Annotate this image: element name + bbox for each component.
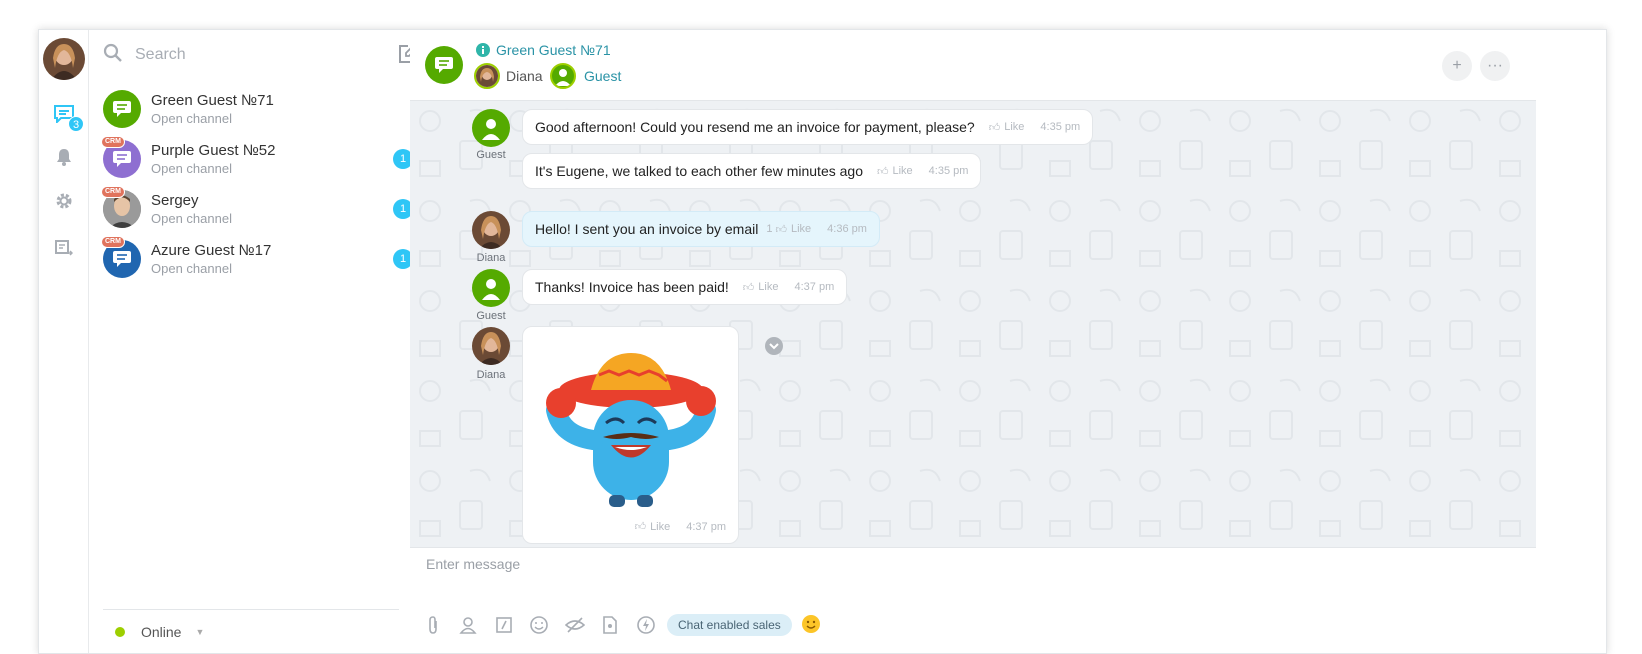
author-caption: Diana xyxy=(476,369,506,381)
user-name: Diana xyxy=(506,68,543,84)
bell-icon[interactable] xyxy=(52,145,76,169)
dialog-header: Green Guest №71 Diana Guest + ··· xyxy=(410,30,1536,101)
unread-badge: 3 xyxy=(68,116,84,132)
message-menu-chevron-icon[interactable] xyxy=(765,337,783,355)
document-icon[interactable] xyxy=(599,614,621,636)
message-time: 4:35 pm xyxy=(928,165,969,177)
online-status-dot xyxy=(115,626,125,637)
more-menu-button[interactable]: ··· xyxy=(1480,51,1510,81)
chevron-down-icon: ▼ xyxy=(195,626,205,637)
search-box xyxy=(103,40,419,70)
recent-list: Green Guest №71 Open channel CRM Purple … xyxy=(89,30,429,653)
message-bubble: Hello! I sent you an invoice by email 1 … xyxy=(522,211,880,247)
my-avatar[interactable] xyxy=(43,38,85,80)
guest-avatar[interactable] xyxy=(472,269,510,307)
thumbs-up-icon[interactable]: 👍︎ xyxy=(989,121,1001,134)
chat-icon[interactable]: 3 xyxy=(52,102,84,132)
user-name: Guest xyxy=(584,68,622,84)
add-user-button[interactable]: + xyxy=(1442,51,1472,81)
recent-name: Green Guest №71 xyxy=(151,92,274,109)
command-icon[interactable] xyxy=(493,614,515,636)
crm-tag: CRM xyxy=(101,186,125,198)
hide-eye-icon[interactable] xyxy=(564,614,586,636)
recent-subtitle: Open channel xyxy=(151,111,232,126)
cactus-sticker-image xyxy=(546,353,716,507)
gear-icon[interactable] xyxy=(52,189,76,213)
recent-item[interactable]: CRM Sergey Open channel 1 xyxy=(89,184,429,234)
user-chip-diana[interactable]: Diana xyxy=(474,63,543,89)
exit-icon[interactable] xyxy=(52,237,76,261)
crm-tag: CRM xyxy=(101,136,125,148)
status-label: Online xyxy=(141,623,182,640)
sticker-message: 👍︎ Like 4:37 pm xyxy=(522,326,739,544)
chat-avatar xyxy=(103,90,141,128)
recent-item[interactable]: CRM Purple Guest №52 Open channel 1 xyxy=(89,134,429,184)
recent-item[interactable]: CRM Azure Guest №17 Open channel 1 xyxy=(89,234,429,284)
info-icon[interactable] xyxy=(476,43,490,62)
diana-avatar[interactable] xyxy=(472,327,510,365)
thumbs-up-icon[interactable]: 👍︎ xyxy=(635,520,647,533)
message-bubble: It's Eugene, we talked to each other few… xyxy=(522,153,982,189)
message-text: It's Eugene, we talked to each other few… xyxy=(535,163,863,179)
smile-icon[interactable] xyxy=(528,614,550,636)
like-count: 1 xyxy=(766,223,773,235)
message-text: Thanks! Invoice has been paid! xyxy=(535,279,729,295)
thumbs-up-icon[interactable]: 👍︎ xyxy=(877,165,889,178)
author-caption: Guest xyxy=(476,149,506,161)
chat-avatar: CRM xyxy=(101,186,141,228)
message-time: 4:35 pm xyxy=(1040,121,1081,133)
message-time: 4:37 pm xyxy=(686,520,726,533)
recent-name: Purple Guest №52 xyxy=(151,142,276,159)
chat-enabled-sales-button[interactable]: Chat enabled sales xyxy=(667,614,792,636)
message-text: Hello! I sent you an invoice by email xyxy=(535,221,759,237)
attach-icon[interactable] xyxy=(422,614,444,636)
message-bubble: Good afternoon! Could you resend me an i… xyxy=(522,109,1094,145)
recent-subtitle: Open channel xyxy=(151,211,232,226)
search-input[interactable] xyxy=(135,46,385,64)
message-bubble: Thanks! Invoice has been paid! 👍︎ Like 4… xyxy=(522,269,848,305)
lightning-icon[interactable] xyxy=(635,614,657,636)
like-button[interactable]: Like xyxy=(650,521,670,533)
recent-name: Sergey xyxy=(151,192,199,209)
user-avatar xyxy=(474,63,500,89)
message-time: 4:36 pm xyxy=(827,223,867,235)
message-composer: Chat enabled sales xyxy=(410,547,1536,653)
chat-avatar: CRM xyxy=(101,236,141,278)
recent-subtitle: Open channel xyxy=(151,161,232,176)
emoji-icon[interactable] xyxy=(802,615,820,633)
recent-name: Azure Guest №17 xyxy=(151,242,272,259)
left-rail: 3 xyxy=(39,30,89,653)
diana-avatar[interactable] xyxy=(472,211,510,249)
message-input[interactable] xyxy=(426,556,1426,572)
thumbs-up-icon[interactable]: 👍︎ xyxy=(743,281,755,294)
like-button[interactable]: Like xyxy=(758,281,778,293)
message-list: Guest Good afternoon! Could you resend m… xyxy=(410,101,1536,547)
author-caption: Diana xyxy=(476,252,506,264)
crm-tag: CRM xyxy=(101,236,125,248)
like-button[interactable]: Like xyxy=(791,223,811,235)
search-icon xyxy=(103,43,123,68)
messenger-window: 3 Green Guest №71 Open ch xyxy=(38,29,1607,654)
guest-avatar[interactable] xyxy=(472,109,510,147)
recent-subtitle: Open channel xyxy=(151,261,232,276)
author-caption: Guest xyxy=(476,310,506,322)
chat-avatar: CRM xyxy=(101,136,141,178)
user-icon[interactable] xyxy=(457,614,479,636)
dialog-title[interactable]: Green Guest №71 xyxy=(496,42,611,58)
message-time: 4:37 pm xyxy=(794,281,835,293)
message-text: Good afternoon! Could you resend me an i… xyxy=(535,119,975,135)
like-button[interactable]: Like xyxy=(892,165,912,177)
thumbs-up-icon[interactable]: 👍︎ xyxy=(775,223,787,236)
dialog-avatar[interactable] xyxy=(425,46,463,84)
recent-item[interactable]: Green Guest №71 Open channel xyxy=(89,84,429,134)
dialog-panel: Green Guest №71 Diana Guest + ··· Guest … xyxy=(410,30,1536,653)
user-avatar xyxy=(550,63,576,89)
status-selector[interactable]: Online ▼ xyxy=(103,609,399,653)
user-chip-guest[interactable]: Guest xyxy=(550,63,621,89)
like-button[interactable]: Like xyxy=(1004,121,1024,133)
